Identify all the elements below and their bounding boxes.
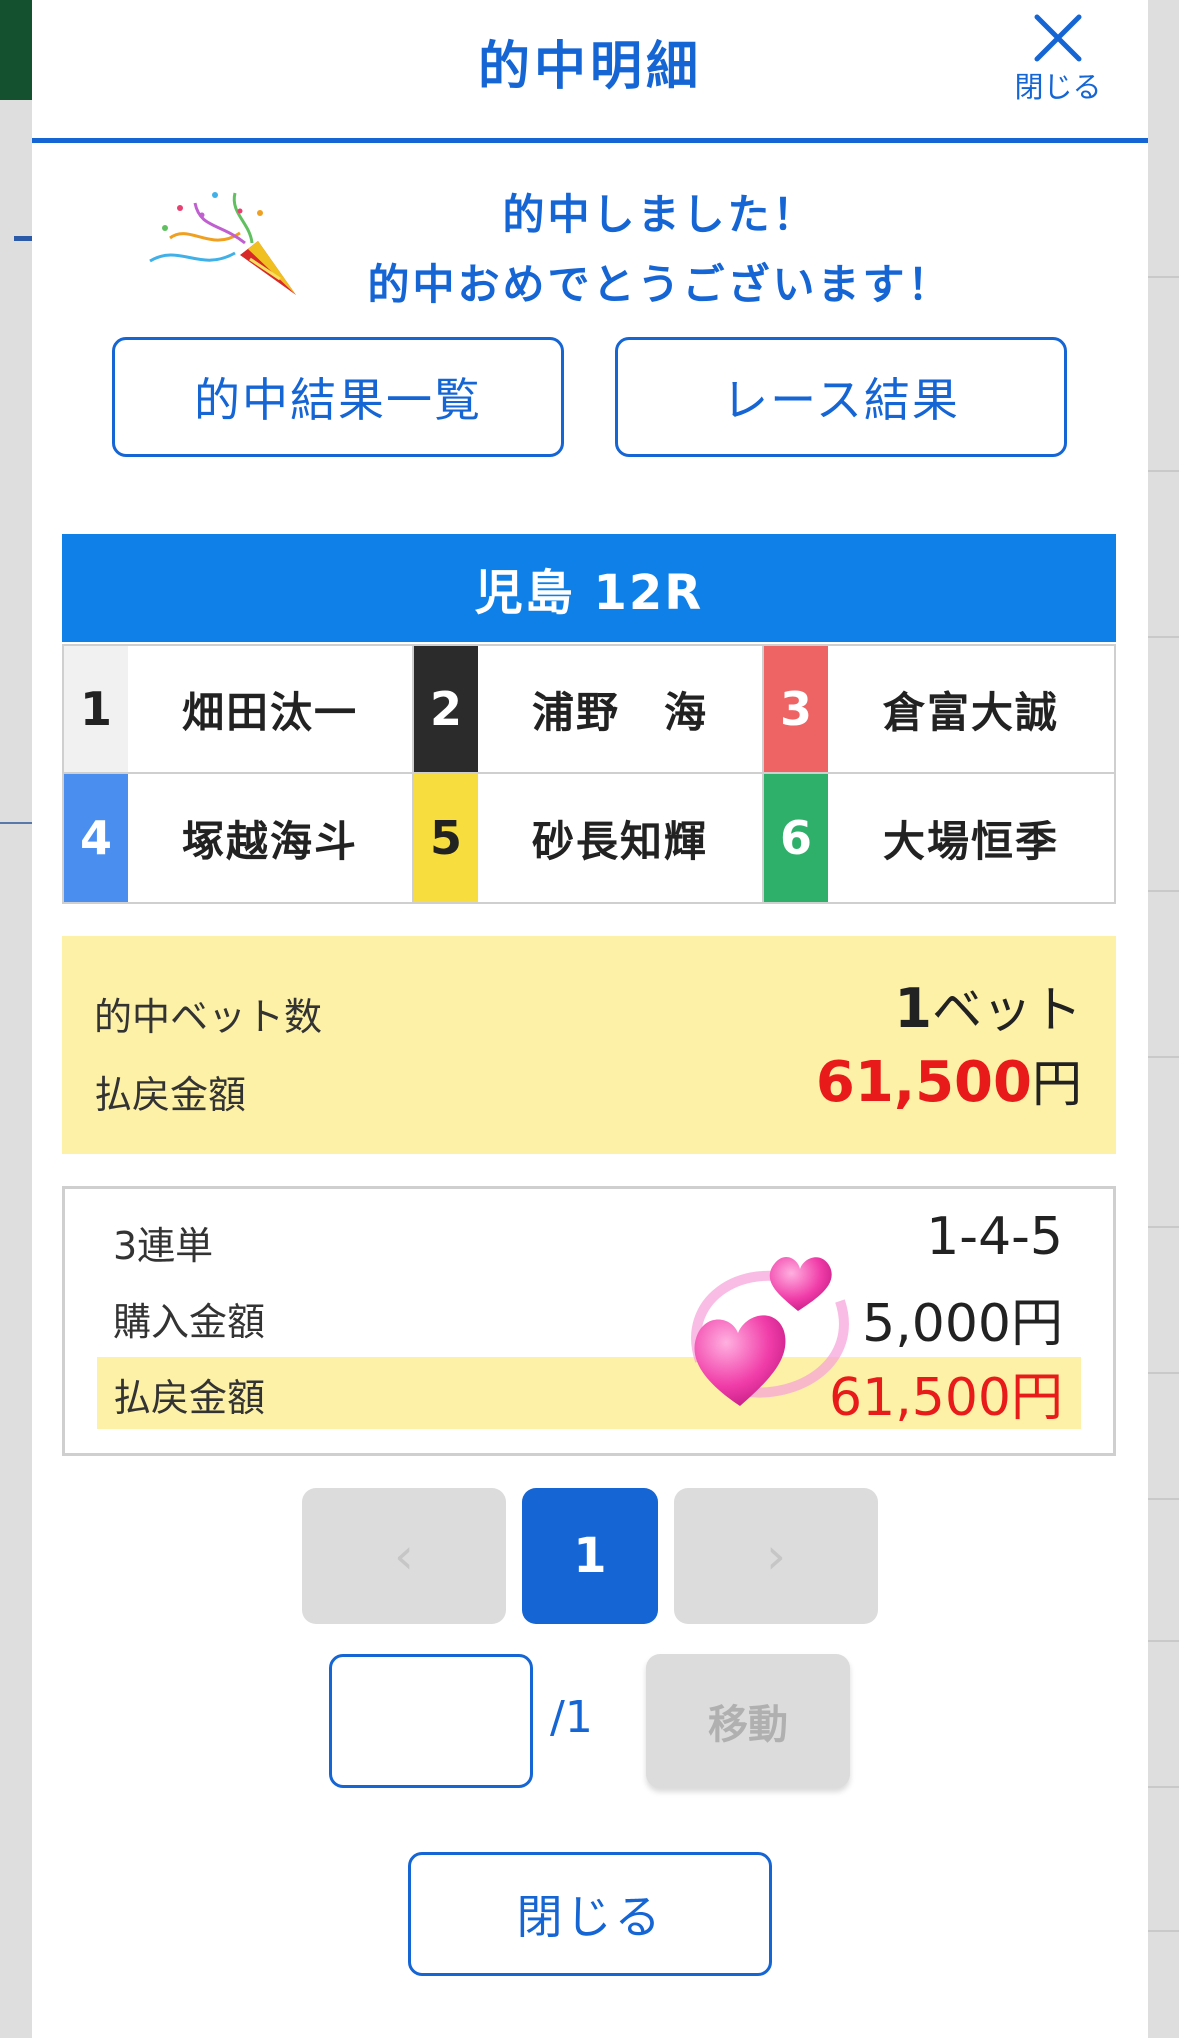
- prev-page-button[interactable]: ‹: [302, 1488, 506, 1624]
- action-buttons: 的中結果一覧 レース結果: [32, 337, 1148, 525]
- racer-number: 4: [64, 774, 128, 902]
- racer-cell: 6 大場恒季: [764, 774, 1114, 902]
- background-accent: [14, 236, 34, 241]
- racer-cell: 5 砂長知輝: [414, 774, 764, 902]
- close-bottom-button[interactable]: 閉じる: [408, 1852, 772, 1976]
- page-total: /1: [550, 1692, 593, 1743]
- page-1-button[interactable]: 1: [522, 1488, 658, 1624]
- racer-number: 6: [764, 774, 828, 902]
- payout-label: 払戻金額: [94, 1073, 247, 1117]
- modal-title: 的中明細: [477, 37, 702, 97]
- next-page-button[interactable]: ›: [674, 1488, 878, 1624]
- party-popper-icon: [149, 192, 296, 295]
- racer-number: 3: [764, 646, 828, 772]
- race-result-button[interactable]: レース結果: [615, 337, 1067, 457]
- modal-header: 的中明細 閉じる: [32, 0, 1148, 143]
- payout-amount: 61,500: [815, 1050, 1032, 1115]
- racer-name: 砂長知輝: [531, 816, 708, 866]
- racer-table: 1 畑田汰一 2 浦野 海 3 倉富大誠 4 塚越海斗 5 砂長知輝 6 大場恒季: [62, 644, 1116, 904]
- revolving-hearts-icon: [691, 1256, 849, 1406]
- bet-combination: 1-4-5: [926, 1207, 1063, 1267]
- racer-number: 1: [64, 646, 128, 772]
- racer-number: 5: [414, 774, 478, 902]
- racer-name: 大場恒季: [882, 816, 1059, 866]
- congrats-line-1: 的中しました！: [502, 190, 818, 239]
- racer-cell: 3 倉富大誠: [764, 646, 1114, 774]
- hit-bets-label: 的中ベット数: [94, 995, 323, 1039]
- close-label: 閉じる: [1014, 70, 1102, 104]
- detail-payout-label: 払戻金額: [113, 1376, 266, 1420]
- detail-payout-amount: 61,500円: [829, 1368, 1063, 1428]
- race-title: 児島 12R: [62, 534, 1116, 642]
- hit-bets-value: 1ベット: [894, 970, 1082, 1042]
- purchase-label: 購入金額: [113, 1300, 266, 1344]
- racer-number: 2: [414, 646, 478, 772]
- hit-summary: 的中ベット数 1ベット 払戻金額 61,500円: [62, 936, 1116, 1154]
- racer-name: 塚越海斗: [181, 816, 358, 866]
- close-button[interactable]: 閉じる: [1008, 12, 1108, 106]
- racer-cell: 4 塚越海斗: [64, 774, 414, 902]
- move-button[interactable]: 移動: [646, 1654, 850, 1788]
- racer-name: 畑田汰一: [181, 687, 358, 737]
- hit-bets-count: 1: [894, 977, 932, 1040]
- purchase-amount: 5,000円: [862, 1294, 1063, 1354]
- racer-cell: 1 畑田汰一: [64, 646, 414, 774]
- payout-total: 61,500円: [816, 1044, 1082, 1116]
- bet-detail: 3連単 1-4-5 購入金額 5,000円 払戻金額 61,500円: [62, 1186, 1116, 1456]
- hit-list-button[interactable]: 的中結果一覧: [112, 337, 564, 457]
- background-divider: [0, 822, 32, 824]
- racer-cell: 2 浦野 海: [414, 646, 764, 774]
- congrats-banner: 的中しました！ 的中おめでとうございます！: [32, 143, 1148, 343]
- bet-type-label: 3連単: [113, 1224, 214, 1268]
- congrats-line-2: 的中おめでとうございます！: [367, 260, 953, 309]
- page-number-input[interactable]: [329, 1654, 533, 1788]
- hit-bets-unit: ベット: [932, 981, 1082, 1039]
- close-icon: [1034, 14, 1082, 62]
- racer-name: 浦野 海: [531, 687, 708, 737]
- hit-detail-modal: 的中明細 閉じる 的中しました！ 的中おめでとうございます！ 的中結果一覧 レー…: [32, 0, 1148, 2038]
- racer-name: 倉富大誠: [882, 687, 1059, 737]
- payout-unit: 円: [1032, 1055, 1082, 1113]
